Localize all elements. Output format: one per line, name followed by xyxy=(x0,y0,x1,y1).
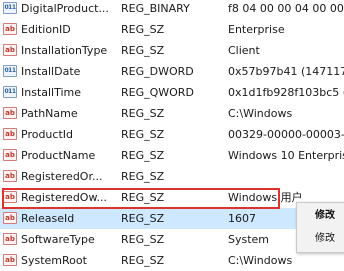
value-icon-cell: ab xyxy=(3,229,19,250)
value-type: REG_SZ xyxy=(121,149,165,162)
value-data: Enterprise xyxy=(228,23,285,36)
string-value-icon: ab xyxy=(3,170,17,182)
value-name: EditionID xyxy=(21,23,71,36)
value-data xyxy=(228,166,344,187)
string-value-icon: ab xyxy=(3,107,17,119)
binary-value-icon: 011 xyxy=(3,65,17,77)
value-name: RegisteredOr... xyxy=(21,170,103,183)
value-name: SoftwareType xyxy=(21,233,95,246)
binary-value-icon: 011 xyxy=(3,86,17,98)
registry-value-row[interactable]: ab InstallationType REG_SZ Client xyxy=(0,40,344,61)
value-type: REG_SZ xyxy=(121,254,165,267)
value-name: ReleaseId xyxy=(21,212,75,225)
value-name: DigitalProduct... xyxy=(21,2,109,15)
context-menu-item-modify-binary[interactable]: 修改 xyxy=(297,228,344,250)
value-data: Client xyxy=(228,44,260,57)
registry-value-row[interactable]: ab EditionID REG_SZ Enterprise xyxy=(0,19,344,40)
string-value-icon: ab xyxy=(3,254,17,266)
value-name: PathName xyxy=(21,107,78,120)
string-value-icon: ab xyxy=(3,149,17,161)
value-icon-cell: ab xyxy=(3,166,19,187)
value-type: REG_DWORD xyxy=(121,65,194,78)
value-name: ProductId xyxy=(21,128,73,141)
string-value-icon: ab xyxy=(3,233,17,245)
registry-value-row[interactable]: ab PathName REG_SZ C:\Windows xyxy=(0,103,344,124)
value-name: RegisteredOw... xyxy=(21,191,107,204)
string-value-icon: ab xyxy=(3,191,17,203)
value-name: InstallDate xyxy=(21,65,81,78)
value-icon-cell: 011 xyxy=(3,0,19,19)
value-type: REG_SZ xyxy=(121,191,165,204)
context-menu: 修改 修改 xyxy=(296,202,344,253)
value-type: REG_BINARY xyxy=(121,2,190,15)
value-icon-cell: ab xyxy=(3,250,19,271)
registry-value-row[interactable]: ab RegisteredOr... REG_SZ xyxy=(0,166,344,187)
value-type: REG_SZ xyxy=(121,233,165,246)
registry-values-list: 011 DigitalProduct... REG_BINARY f8 04 00 0… xyxy=(0,0,344,267)
value-name: InstallationType xyxy=(21,44,108,57)
value-data: Windows 10 Enterpris xyxy=(228,149,344,162)
value-data: 0x57b97b41 (1471177 xyxy=(228,65,344,78)
value-data: C:\Windows xyxy=(228,107,293,120)
value-name: SystemRoot xyxy=(21,254,87,267)
value-type: REG_SZ xyxy=(121,170,165,183)
value-icon-cell: ab xyxy=(3,124,19,145)
value-data: 00329-00000-00003-A xyxy=(228,128,344,141)
registry-value-row[interactable]: ab ReleaseId REG_SZ 1607 xyxy=(0,208,344,229)
registry-value-row[interactable]: ab ProductName REG_SZ Windows 10 Enterpris xyxy=(0,145,344,166)
registry-value-row[interactable]: ab SoftwareType REG_SZ System xyxy=(0,229,344,250)
value-type: REG_SZ xyxy=(121,23,165,36)
value-data: C:\Windows xyxy=(228,254,293,267)
string-value-icon: ab xyxy=(3,44,17,56)
registry-value-row[interactable]: ab RegisteredOw... REG_SZ Windows 用户 xyxy=(0,187,344,208)
context-menu-item-modify[interactable]: 修改 xyxy=(297,205,344,227)
value-icon-cell: ab xyxy=(3,40,19,61)
value-icon-cell: ab xyxy=(3,103,19,124)
value-name: InstallTime xyxy=(21,86,82,99)
value-type: REG_SZ xyxy=(121,44,165,57)
value-icon-cell: ab xyxy=(3,187,19,208)
value-icon-cell: ab xyxy=(3,19,19,40)
value-icon-cell: 011 xyxy=(3,61,19,82)
value-icon-cell: 011 xyxy=(3,82,19,103)
value-data: 0x1d1fb928f103bc5 ( xyxy=(228,86,344,99)
registry-value-row[interactable]: ab ProductId REG_SZ 00329-00000-00003-A xyxy=(0,124,344,145)
registry-value-row[interactable]: 011 DigitalProduct... REG_BINARY f8 04 00 0… xyxy=(0,0,344,19)
binary-value-icon: 011 xyxy=(3,2,17,14)
string-value-icon: ab xyxy=(3,128,17,140)
registry-value-row[interactable]: 011 InstallDate REG_DWORD 0x57b97b41 (14711… xyxy=(0,61,344,82)
value-icon-cell: ab xyxy=(3,145,19,166)
value-type: REG_SZ xyxy=(121,212,165,225)
value-type: REG_SZ xyxy=(121,128,165,141)
string-value-icon: ab xyxy=(3,212,17,224)
value-type: REG_QWORD xyxy=(121,86,194,99)
value-icon-cell: ab xyxy=(3,208,19,229)
string-value-icon: ab xyxy=(3,23,17,35)
value-data: f8 04 00 00 04 00 00 0 xyxy=(228,2,344,15)
value-name: ProductName xyxy=(21,149,96,162)
value-type: REG_SZ xyxy=(121,107,165,120)
registry-value-row[interactable]: 011 InstallTime REG_QWORD 0x1d1fb928f103bc5… xyxy=(0,82,344,103)
registry-value-row[interactable]: ab SystemRoot REG_SZ C:\Windows xyxy=(0,250,344,271)
